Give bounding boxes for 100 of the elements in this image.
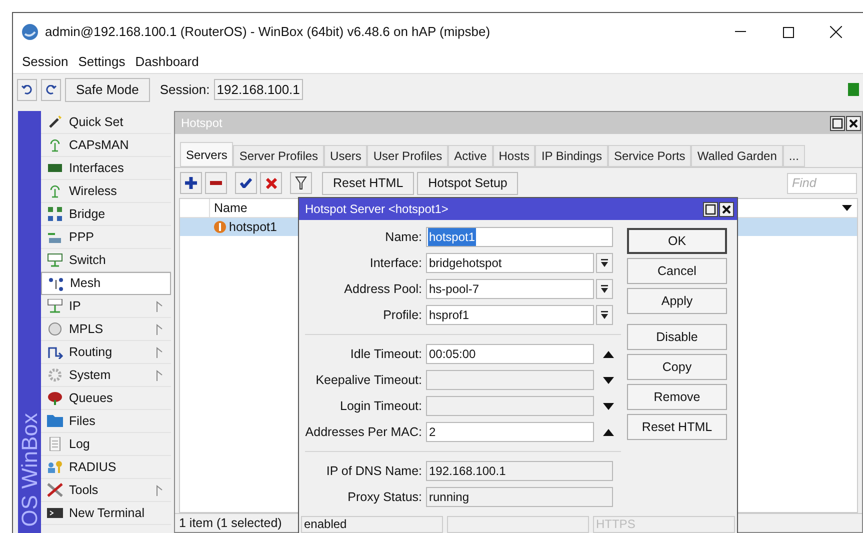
dialog-button[interactable]: Reset HTML [627, 414, 727, 440]
dropdown-arrow-icon[interactable] [842, 205, 852, 211]
plug-icon [47, 230, 63, 244]
sidebar-item[interactable]: Quick Set [41, 111, 171, 134]
filter-button[interactable] [290, 172, 312, 194]
tab[interactable]: ... [782, 145, 805, 167]
menu-item[interactable]: Session [22, 52, 68, 72]
gear-icon [48, 368, 62, 382]
sidebar-item[interactable]: Queues [41, 387, 171, 410]
dialog-button[interactable]: Disable [627, 324, 727, 350]
redo-button[interactable] [41, 78, 61, 100]
field-value: hs-pool-7 [428, 281, 480, 298]
add-button[interactable] [180, 172, 202, 194]
dropdown-button[interactable] [596, 253, 613, 273]
field-label: Proxy Status: [346, 488, 422, 506]
sidebar-item[interactable]: New Terminal [41, 502, 171, 525]
tab[interactable]: User Profiles [367, 145, 448, 167]
dialog-button[interactable]: Copy [627, 354, 727, 380]
field-value: 00:05:00 [428, 346, 477, 363]
tab[interactable]: Users [324, 145, 368, 167]
sidebar-item[interactable]: Files [41, 410, 171, 433]
close-icon[interactable] [846, 116, 861, 130]
find-field[interactable]: Find [787, 172, 857, 194]
triangle-up-icon [602, 428, 614, 436]
tab[interactable]: Service Ports [608, 145, 692, 167]
field-value: hotspot1 [428, 228, 476, 246]
sidebar-item[interactable]: Log [41, 433, 171, 456]
sidebar-item[interactable]: Routing [41, 341, 171, 364]
triangle-down-icon [602, 376, 614, 384]
dialog-button[interactable]: Apply [627, 288, 727, 314]
sidebar-item[interactable]: System [41, 364, 171, 387]
tab[interactable]: Servers [180, 142, 234, 167]
enable-button[interactable] [235, 172, 257, 194]
dropdown-button[interactable] [596, 305, 613, 325]
dropdown-button[interactable] [596, 279, 613, 299]
maximize-icon[interactable] [703, 202, 718, 216]
sidebar-item[interactable]: Tools [41, 479, 171, 502]
maximize-icon[interactable] [830, 116, 845, 130]
text-field[interactable]: 2 [426, 422, 594, 442]
text-field[interactable]: hotspot1 [426, 227, 613, 247]
tab[interactable]: Walled Garden [691, 145, 783, 167]
tab[interactable]: Hosts [492, 145, 536, 167]
sidebar-item[interactable]: PPP [41, 226, 171, 249]
field-value: hsprof1 [428, 307, 470, 324]
sidebar-item[interactable]: CAPsMAN [41, 134, 171, 157]
toolbar-button[interactable]: Reset HTML [322, 172, 414, 194]
disc-icon [48, 322, 62, 336]
expand-button[interactable] [602, 400, 614, 412]
triangle-up-icon [602, 350, 614, 358]
minimize-icon [734, 31, 746, 33]
text-field[interactable]: bridgehotspot [426, 253, 594, 273]
sidebar-item[interactable]: Mesh [41, 272, 171, 295]
dropdown-arrow-icon [600, 284, 609, 294]
dialog-button[interactable]: OK [627, 228, 727, 254]
dialog-button[interactable]: Remove [627, 384, 727, 410]
tab[interactable]: Active [448, 145, 493, 167]
sidebar-item[interactable]: RADIUS [41, 456, 171, 479]
close-icon[interactable] [719, 202, 734, 216]
field-label: IP of DNS Name: [325, 462, 422, 480]
close-icon [830, 26, 842, 38]
toolbar-button[interactable]: Hotspot Setup [417, 172, 518, 194]
terminal-icon [47, 507, 63, 519]
expand-button[interactable] [602, 374, 614, 386]
filter-icon [295, 176, 307, 190]
sidebar-item[interactable]: Wireless [41, 180, 171, 203]
field-label: Login Timeout: [339, 398, 422, 415]
tab[interactable]: Server Profiles [233, 145, 324, 167]
status-cell: enabled [301, 516, 443, 533]
sidebar-item[interactable]: IP [41, 295, 171, 318]
text-field[interactable] [426, 396, 594, 416]
text-field[interactable]: 00:05:00 [426, 344, 594, 364]
undo-button[interactable] [17, 78, 37, 100]
menu-item[interactable]: Dashboard [135, 52, 199, 72]
text-field[interactable]: hs-pool-7 [426, 279, 594, 299]
sidebar-item[interactable]: Bridge [41, 203, 171, 226]
column-header[interactable]: Name [210, 198, 248, 218]
safe-mode-button[interactable]: Safe Mode [65, 78, 150, 102]
cross-icon [266, 178, 276, 188]
network-icon [47, 299, 63, 313]
remove-button[interactable] [205, 172, 227, 194]
tools-icon [47, 483, 63, 497]
mesh-icon [48, 276, 64, 290]
field-value: 2 [428, 424, 437, 441]
folder-icon [47, 414, 63, 428]
sidebar-item[interactable]: MPLS [41, 318, 171, 341]
field-label: Name: [384, 228, 422, 246]
dialog-button[interactable]: Cancel [627, 258, 727, 284]
text-field[interactable] [426, 370, 594, 390]
dropdown-arrow-icon [600, 310, 609, 320]
text-field[interactable]: hsprof1 [426, 305, 594, 325]
minus-icon [210, 181, 222, 185]
sidebar-item[interactable]: Interfaces [41, 157, 171, 180]
disable-button[interactable] [260, 172, 282, 194]
field-label: Profile: [382, 306, 422, 324]
tab[interactable]: IP Bindings [535, 145, 608, 167]
field-value: 192.168.100.1 [428, 463, 507, 480]
field-label: Idle Timeout: [349, 346, 422, 363]
document-icon [49, 437, 61, 451]
menu-item[interactable]: Settings [78, 52, 126, 72]
wand-icon [48, 115, 62, 129]
